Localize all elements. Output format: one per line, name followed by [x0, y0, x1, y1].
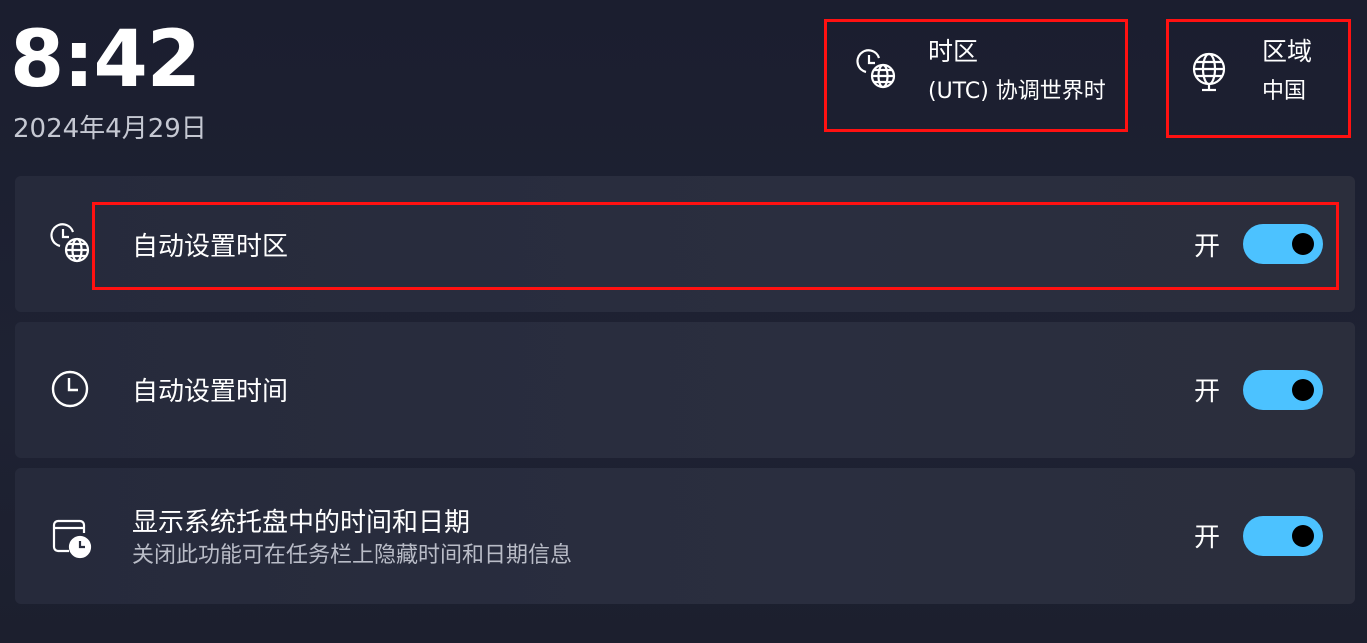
region-title: 区域	[1262, 37, 1313, 66]
auto-timezone-toggle[interactable]	[1243, 224, 1323, 264]
date-time-settings-page: 8:42 2024年4月29日 时区 (UTC) 协调世界时 区域 中国 自动设…	[0, 0, 1367, 643]
setting-auto-timezone: 自动设置时区 开	[15, 176, 1355, 312]
setting-title: 自动设置时间	[132, 377, 289, 407]
toggle-knob	[1292, 233, 1314, 255]
setting-title: 自动设置时区	[132, 232, 289, 262]
show-tray-time-toggle[interactable]	[1243, 516, 1323, 556]
clock-icon	[49, 366, 95, 412]
timezone-title: 时区	[928, 37, 979, 66]
clock-globe-icon	[855, 48, 901, 94]
clock-globe-icon	[49, 222, 95, 268]
toggle-state-label: 开	[1193, 232, 1220, 262]
toggle-knob	[1292, 525, 1314, 547]
setting-show-tray-time: 显示系统托盘中的时间和日期 关闭此功能可在任务栏上隐藏时间和日期信息 开	[15, 468, 1355, 604]
toggle-knob	[1292, 379, 1314, 401]
calendar-clock-icon	[49, 515, 95, 561]
timezone-info[interactable]: 时区 (UTC) 协调世界时	[824, 19, 1128, 132]
setting-title: 显示系统托盘中的时间和日期	[132, 508, 471, 538]
region-value: 中国	[1262, 79, 1307, 104]
region-info[interactable]: 区域 中国	[1166, 19, 1351, 138]
current-date: 2024年4月29日	[13, 114, 207, 144]
setting-description: 关闭此功能可在任务栏上隐藏时间和日期信息	[132, 543, 573, 568]
current-time: 8:42	[10, 15, 201, 105]
toggle-state-label: 开	[1193, 523, 1220, 553]
globe-icon	[1186, 49, 1232, 95]
setting-auto-time: 自动设置时间 开	[15, 322, 1355, 458]
timezone-value: (UTC) 协调世界时	[928, 79, 1106, 104]
toggle-state-label: 开	[1193, 377, 1220, 407]
auto-time-toggle[interactable]	[1243, 370, 1323, 410]
